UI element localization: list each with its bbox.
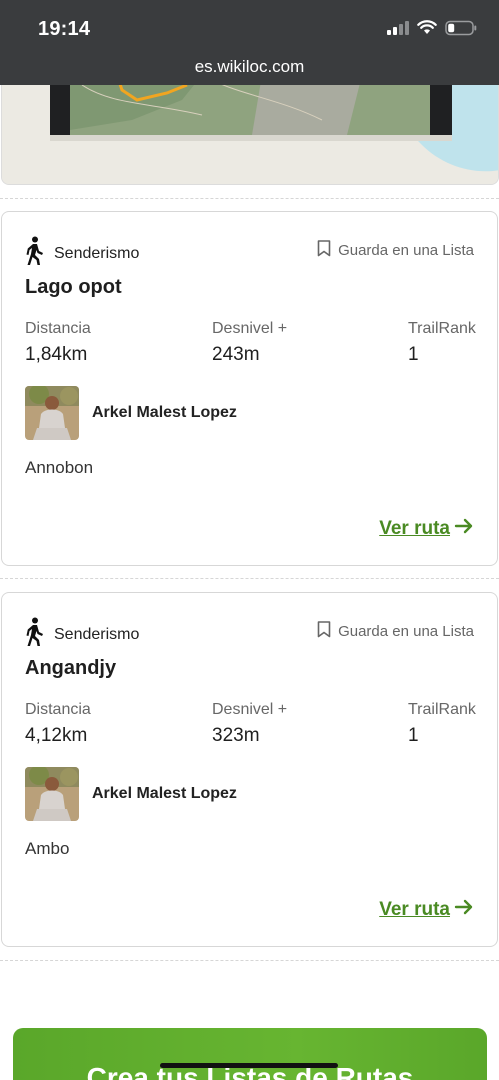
stat-label: TrailRank <box>408 320 476 337</box>
hiker-icon <box>24 617 46 652</box>
bookmark-icon <box>317 621 331 642</box>
route-title[interactable]: Lago opot <box>25 276 122 299</box>
bookmark-icon <box>317 240 331 261</box>
save-to-list-button[interactable]: Guarda en una Lista <box>317 240 474 261</box>
stat-elevation-gain: Desnivel + 243m <box>212 320 287 366</box>
stat-value: 323m <box>212 725 260 746</box>
route-location: Annobon <box>25 458 94 477</box>
arrow-right-icon <box>454 898 474 922</box>
stat-trailrank: TrailRank 1 <box>408 320 476 366</box>
view-route-link[interactable]: Ver ruta <box>379 898 474 922</box>
stat-value: 1,84km <box>25 344 88 365</box>
divider <box>0 960 499 961</box>
route-title[interactable]: Angandjy <box>25 657 116 680</box>
save-to-list-label: Guarda en una Lista <box>338 623 474 640</box>
stat-label: Distancia <box>25 701 91 718</box>
arrow-right-icon <box>454 517 474 541</box>
view-route-label: Ver ruta <box>379 899 450 920</box>
create-lists-banner[interactable]: Crea tus Listas de Rutas <box>13 1028 487 1080</box>
author-name[interactable]: Arkel Malest Lopez <box>92 404 237 422</box>
stat-label: Distancia <box>25 320 91 337</box>
route-card[interactable]: Senderismo Guarda en una Lista Lago opot… <box>1 211 498 566</box>
map-preview[interactable] <box>1 85 499 185</box>
activity-type: Senderismo <box>24 617 139 652</box>
stat-distance: Distancia 4,12km <box>25 701 91 747</box>
route-location: Ambo <box>25 839 70 858</box>
stat-elevation-gain: Desnivel + 323m <box>212 701 287 747</box>
wifi-icon <box>417 20 437 40</box>
route-card[interactable]: Senderismo Guarda en una Lista Angandjy … <box>1 592 498 947</box>
avatar[interactable] <box>25 767 79 821</box>
view-route-link[interactable]: Ver ruta <box>379 517 474 541</box>
stat-label: Desnivel + <box>212 320 288 337</box>
stat-distance: Distancia 1,84km <box>25 320 91 366</box>
save-to-list-label: Guarda en una Lista <box>338 242 474 259</box>
stat-value: 1 <box>408 725 419 746</box>
home-indicator <box>160 1063 338 1068</box>
page-content: Senderismo Guarda en una Lista Lago opot… <box>0 85 499 1080</box>
status-icons <box>387 20 477 40</box>
activity-label: Senderismo <box>54 244 140 262</box>
status-bar: 19:14 es.wikiloc.com <box>0 0 499 85</box>
author[interactable]: Arkel Malest Lopez <box>25 386 237 440</box>
status-time: 19:14 <box>38 18 91 40</box>
stat-value: 4,12km <box>25 725 88 746</box>
battery-icon <box>445 20 477 41</box>
stat-trailrank: TrailRank 1 <box>408 701 476 747</box>
stat-label: Desnivel + <box>212 701 288 718</box>
author[interactable]: Arkel Malest Lopez <box>25 767 237 821</box>
view-route-label: Ver ruta <box>379 518 450 539</box>
stat-value: 243m <box>212 344 260 365</box>
cellular-signal-icon <box>387 20 409 40</box>
stat-label: TrailRank <box>408 701 476 718</box>
divider <box>0 578 499 579</box>
activity-type: Senderismo <box>24 236 139 271</box>
hiker-icon <box>24 236 46 271</box>
address-bar-url[interactable]: es.wikiloc.com <box>0 57 499 77</box>
activity-label: Senderismo <box>54 625 140 643</box>
save-to-list-button[interactable]: Guarda en una Lista <box>317 621 474 642</box>
author-name[interactable]: Arkel Malest Lopez <box>92 785 237 803</box>
divider <box>0 198 499 199</box>
avatar[interactable] <box>25 386 79 440</box>
stat-value: 1 <box>408 344 419 365</box>
